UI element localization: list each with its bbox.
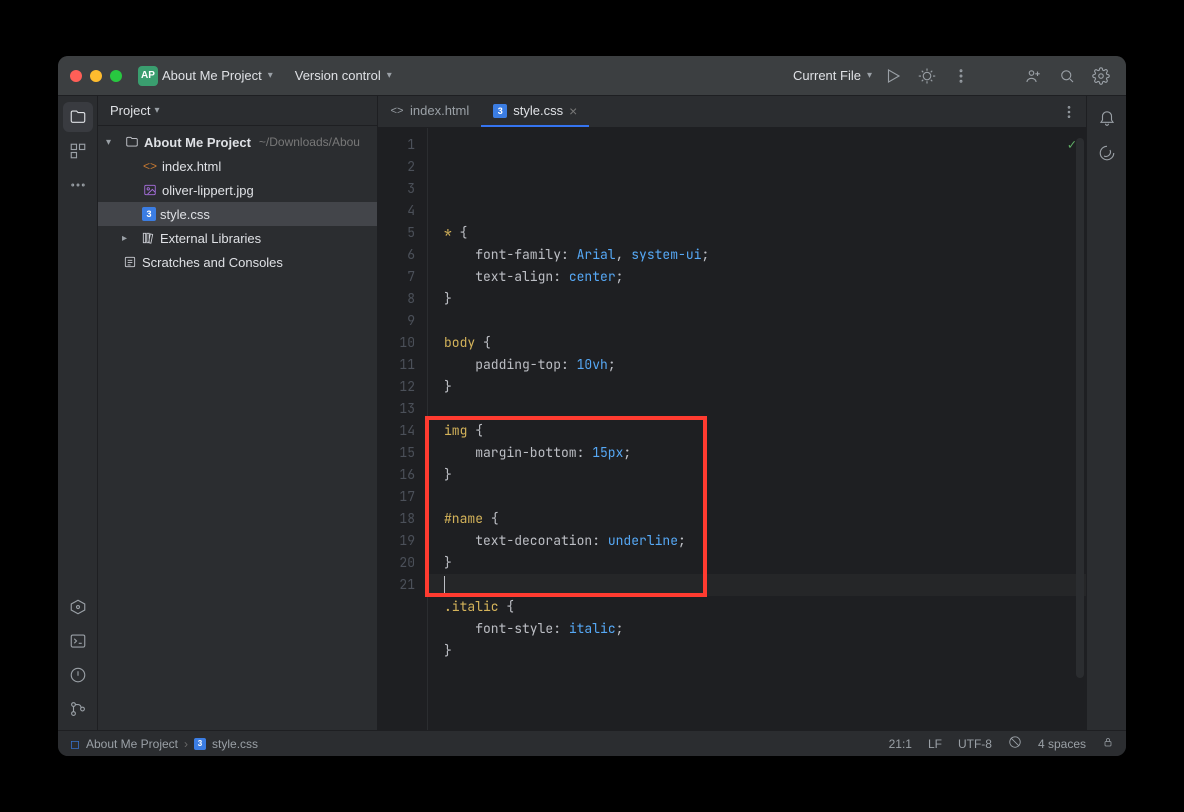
titlebar: AP About Me Project ▾ Version control ▾ … [58, 56, 1126, 96]
maximize-window-icon[interactable] [110, 70, 122, 82]
file-encoding[interactable]: UTF-8 [958, 737, 992, 751]
readonly-lock-icon[interactable] [1102, 736, 1114, 751]
project-panel-header[interactable]: Project ▾ [98, 96, 377, 126]
inspection-ok-icon[interactable]: ✓ [1068, 136, 1076, 154]
project-panel-title: Project [110, 103, 150, 118]
tree-file-css[interactable]: 3 style.css [98, 202, 377, 226]
chevron-down-icon: ▾ [867, 70, 872, 81]
tree-root-path: ~/Downloads/Abou [259, 135, 360, 149]
scratches-icon [122, 254, 138, 270]
image-file-icon [142, 182, 158, 198]
run-config-label: Current File [793, 68, 861, 83]
editor-scrollbar[interactable] [1076, 138, 1084, 678]
library-icon [140, 230, 156, 246]
main-body: Project ▾ ▾ About Me Project ~/Downloads… [58, 96, 1126, 730]
tree-label: Scratches and Consoles [142, 255, 283, 270]
tree-root-label: About Me Project [144, 135, 251, 150]
vcs-selector[interactable]: Version control ▾ [295, 68, 392, 83]
ai-assistant-icon[interactable] [1094, 140, 1120, 166]
project-badge-icon: AP [138, 66, 158, 86]
tab-index-html[interactable]: <> index.html [378, 96, 481, 127]
tree-file-label: style.css [160, 207, 210, 222]
tree-file-image[interactable]: oliver-lippert.jpg [98, 178, 377, 202]
inspection-indicator-icon[interactable] [1008, 735, 1022, 752]
tab-more-actions-icon[interactable] [1052, 96, 1086, 127]
code-editor[interactable]: 123456789101112131415161718192021 * { fo… [378, 128, 1086, 730]
project-panel: Project ▾ ▾ About Me Project ~/Downloads… [98, 96, 378, 730]
html-file-icon: <> [142, 158, 158, 174]
close-tab-icon[interactable]: × [569, 103, 577, 119]
project-selector[interactable]: AP About Me Project ▾ [138, 66, 273, 86]
tree-file-label: index.html [162, 159, 221, 174]
css-file-icon: 3 [493, 104, 507, 118]
breadcrumb[interactable]: ◻ About Me Project › 3 style.css [70, 737, 258, 751]
code-content[interactable]: * { font-family: Arial, system-ui; text-… [428, 128, 1086, 730]
structure-tool-button[interactable] [63, 136, 93, 166]
left-tool-strip [58, 96, 98, 730]
editor-tabbar: <> index.html 3 style.css × [378, 96, 1086, 128]
editor-area: <> index.html 3 style.css × 123456789101… [378, 96, 1086, 730]
tree-label: External Libraries [160, 231, 261, 246]
project-name-label: About Me Project [162, 68, 262, 83]
breadcrumb-file: style.css [212, 737, 258, 751]
text-cursor [444, 576, 445, 594]
vcs-label: Version control [295, 68, 381, 83]
chevron-down-icon: ▾ [106, 137, 120, 148]
more-tools-icon[interactable] [63, 170, 93, 200]
breadcrumb-square-icon: ◻ [70, 737, 80, 751]
current-line-highlight [428, 574, 1086, 596]
tab-label: index.html [410, 103, 469, 118]
folder-icon [124, 134, 140, 150]
line-number-gutter: 123456789101112131415161718192021 [378, 128, 428, 730]
chevron-down-icon: ▾ [268, 70, 273, 81]
tree-scratches[interactable]: Scratches and Consoles [98, 250, 377, 274]
chevron-right-icon: › [184, 737, 188, 751]
tab-style-css[interactable]: 3 style.css × [481, 96, 589, 127]
more-actions-icon[interactable] [948, 63, 974, 89]
indent-setting[interactable]: 4 spaces [1038, 737, 1086, 751]
vcs-tool-button[interactable] [63, 694, 93, 724]
run-config-selector[interactable]: Current File ▾ [793, 68, 872, 83]
window-controls [70, 70, 122, 82]
settings-icon[interactable] [1088, 63, 1114, 89]
css-file-icon: 3 [142, 207, 156, 221]
ide-window: AP About Me Project ▾ Version control ▾ … [58, 56, 1126, 756]
minimize-window-icon[interactable] [90, 70, 102, 82]
cursor-position[interactable]: 21:1 [889, 737, 912, 751]
project-tree: ▾ About Me Project ~/Downloads/Abou <> i… [98, 126, 377, 278]
tab-label: style.css [513, 103, 563, 118]
tree-external-libraries[interactable]: ▸ External Libraries [98, 226, 377, 250]
services-tool-button[interactable] [63, 592, 93, 622]
chevron-down-icon: ▾ [154, 105, 159, 116]
status-bar: ◻ About Me Project › 3 style.css 21:1 LF… [58, 730, 1126, 756]
chevron-right-icon: ▸ [122, 233, 136, 244]
problems-tool-button[interactable] [63, 660, 93, 690]
project-tool-button[interactable] [63, 102, 93, 132]
chevron-down-icon: ▾ [387, 70, 392, 81]
code-with-me-icon[interactable] [1020, 63, 1046, 89]
run-button[interactable] [880, 63, 906, 89]
notifications-icon[interactable] [1094, 104, 1120, 130]
breadcrumb-project: About Me Project [86, 737, 178, 751]
line-separator[interactable]: LF [928, 737, 942, 751]
tree-file-label: oliver-lippert.jpg [162, 183, 254, 198]
debug-button[interactable] [914, 63, 940, 89]
right-tool-strip [1086, 96, 1126, 730]
search-icon[interactable] [1054, 63, 1080, 89]
terminal-tool-button[interactable] [63, 626, 93, 656]
tree-file-html[interactable]: <> index.html [98, 154, 377, 178]
html-file-icon: <> [390, 104, 404, 118]
tree-root[interactable]: ▾ About Me Project ~/Downloads/Abou [98, 130, 377, 154]
css-file-icon: 3 [194, 738, 206, 750]
close-window-icon[interactable] [70, 70, 82, 82]
